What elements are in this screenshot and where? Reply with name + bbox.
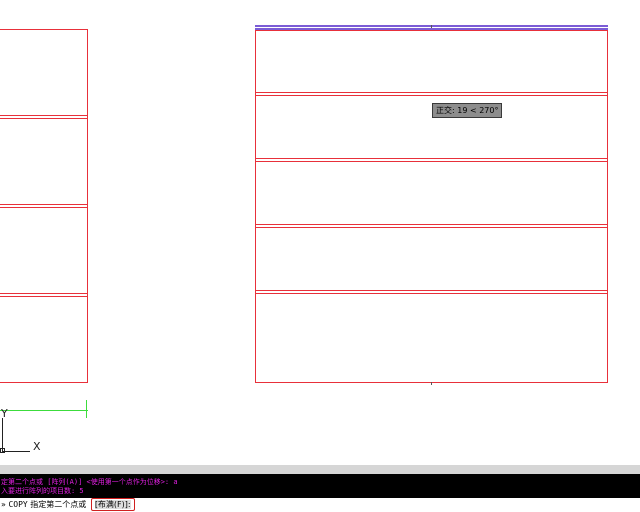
left-shape-divider xyxy=(0,296,87,297)
rubber-band-endpoint xyxy=(86,400,87,418)
right-shape-divider xyxy=(255,293,608,294)
ucs-x-axis xyxy=(2,451,30,452)
fill-option-label: [布满(F)]: xyxy=(94,500,131,509)
left-shape-divider xyxy=(0,204,87,205)
left-shape-divider xyxy=(0,115,87,116)
snap-marker-bottom xyxy=(431,382,432,385)
fill-option[interactable]: [布满(F)]: xyxy=(90,498,135,511)
drawing-canvas[interactable]: 正交: 19 < 270° Y X xyxy=(0,0,640,465)
history-line: 入要进行阵列的项目数: 5 xyxy=(1,487,84,495)
left-shape-frame[interactable] xyxy=(0,29,88,383)
ucs-origin-box xyxy=(0,448,5,453)
ucs-x-label: X xyxy=(33,440,41,453)
command-prompt-icon[interactable]: » xyxy=(0,500,6,509)
active-command: COPY xyxy=(8,500,28,509)
right-shape-divider xyxy=(255,92,608,93)
right-shape-divider xyxy=(255,95,608,96)
right-shape-divider xyxy=(255,290,608,291)
ucs-y-axis xyxy=(2,418,3,452)
history-line: 定第二个点或 [阵列(A)] <使用第一个点作为位移>: a xyxy=(1,478,178,486)
ortho-tooltip: 正交: 19 < 270° xyxy=(432,103,503,118)
rubber-band-line xyxy=(0,410,88,411)
command-history: 定第二个点或 [阵列(A)] <使用第一个点作为位移>: a 入要进行阵列的项目… xyxy=(0,474,640,498)
right-shape-divider xyxy=(255,227,608,228)
snap-marker-top xyxy=(431,25,432,28)
command-line[interactable]: » COPY 指定第二个点或 [布满(F)]: xyxy=(0,498,640,512)
left-shape-divider xyxy=(0,207,87,208)
command-area-border xyxy=(0,465,640,474)
left-shape-divider xyxy=(0,118,87,119)
right-shape-divider xyxy=(255,224,608,225)
right-shape-frame[interactable] xyxy=(255,30,608,383)
left-shape-divider xyxy=(0,293,87,294)
ucs-y-label: Y xyxy=(1,407,8,420)
command-prompt-text: 指定第二个点或 xyxy=(30,500,87,509)
right-shape-divider xyxy=(255,158,608,159)
right-shape-divider xyxy=(255,161,608,162)
